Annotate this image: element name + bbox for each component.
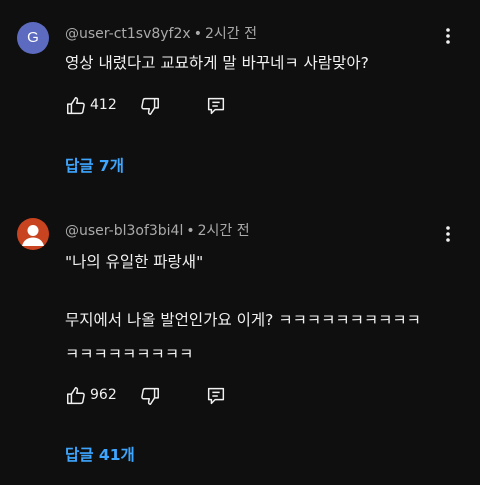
comment-text-line: 무지에서 나올 발언인가요 이게? ㅋㅋㅋㅋㅋㅋㅋㅋㅋㅋ: [65, 311, 421, 329]
meta-separator: •: [186, 223, 195, 239]
reply-comment-icon[interactable]: [205, 385, 227, 407]
like-count: 962: [90, 387, 117, 403]
comment-time[interactable]: 2시간 전: [198, 223, 250, 239]
comment-author[interactable]: @user-bl3of3bi4l: [65, 223, 183, 239]
comment-time[interactable]: 2시간 전: [205, 26, 257, 42]
thumbs-down-icon[interactable]: [139, 385, 161, 407]
like-count: 412: [90, 97, 117, 113]
avatar-letter: G: [27, 29, 39, 46]
default-avatar-icon: [22, 225, 44, 246]
view-replies-button[interactable]: 답글 41개: [65, 443, 135, 465]
comment-actions: 412: [65, 95, 245, 119]
comment-meta: @user-bl3of3bi4l • 2시간 전: [65, 220, 250, 240]
avatar[interactable]: [17, 218, 49, 250]
avatar[interactable]: G: [17, 22, 49, 54]
more-vertical-icon[interactable]: [438, 26, 458, 46]
comment-text-line: 영상 내렸다고 교묘하게 말 바꾸네ㅋ 사람맞아?: [65, 54, 369, 72]
comment-meta: @user-ct1sv8yf2x • 2시간 전: [65, 23, 257, 43]
comment-text-line: ㅋㅋㅋㅋㅋㅋㅋㅋㅋ: [65, 345, 194, 363]
comment-actions: 962: [65, 385, 245, 409]
comment-author[interactable]: @user-ct1sv8yf2x: [65, 26, 191, 42]
view-replies-button[interactable]: 답글 7개: [65, 154, 124, 176]
meta-separator: •: [193, 26, 202, 42]
more-vertical-icon[interactable]: [438, 224, 458, 244]
thumbs-up-icon[interactable]: [65, 95, 87, 117]
thumbs-down-icon[interactable]: [139, 95, 161, 117]
thumbs-up-icon[interactable]: [65, 385, 87, 407]
reply-comment-icon[interactable]: [205, 95, 227, 117]
comment-text-line: "나의 유일한 파랑새": [65, 253, 204, 271]
